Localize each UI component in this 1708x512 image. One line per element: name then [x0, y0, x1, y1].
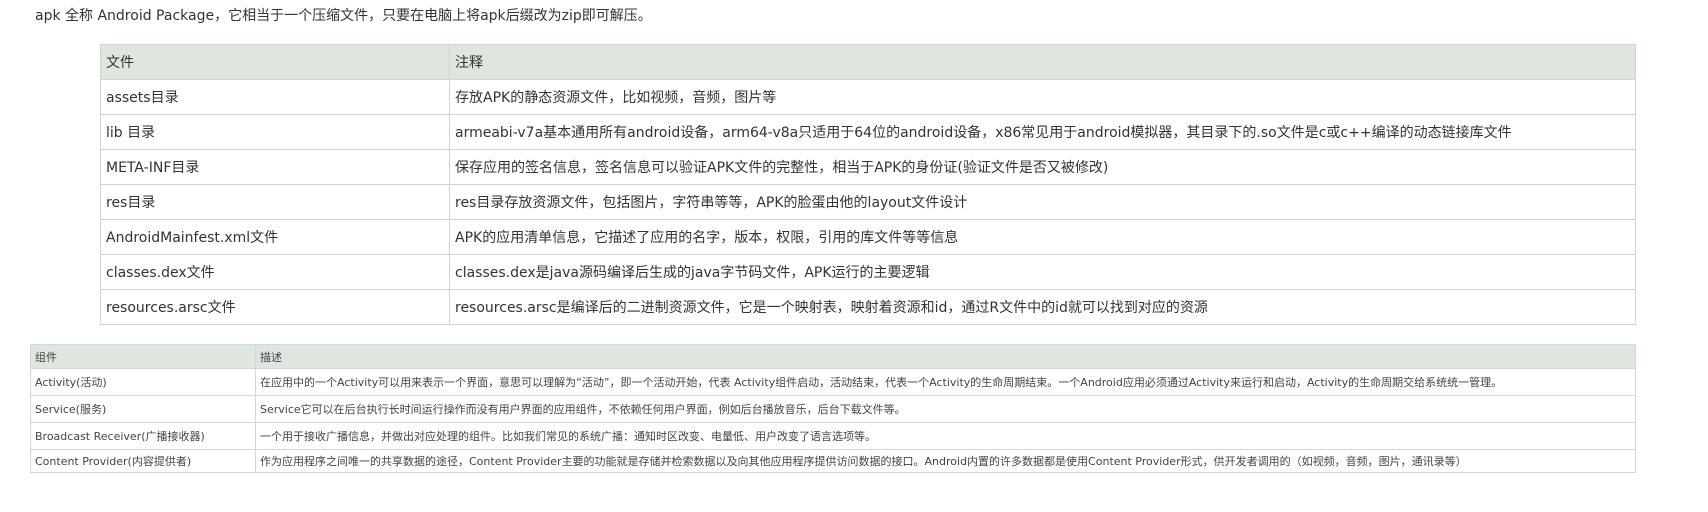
table-row: lib 目录 armeabi-v7a基本通用所有android设备，arm64-… [100, 114, 1636, 150]
header-file: 文件 [100, 44, 450, 80]
table-header-row: 组件 描述 [30, 344, 1636, 369]
header-description: 描述 [255, 344, 1636, 369]
component-desc-cell: 作为应用程序之间唯一的共享数据的途径，Content Provider主要的功能… [255, 449, 1636, 473]
file-name-cell: classes.dex文件 [100, 254, 450, 290]
table-row: res目录 res目录存放资源文件，包括图片，字符串等等，APK的脸蛋由他的la… [100, 184, 1636, 220]
component-desc-cell: Service它可以在后台执行长时间运行操作而没有用户界面的应用组件，不依赖任何… [255, 395, 1636, 423]
file-name-cell: resources.arsc文件 [100, 289, 450, 325]
file-note-cell: 保存应用的签名信息，签名信息可以验证APK文件的完整性，相当于APK的身份证(验… [449, 149, 1636, 185]
table-row: AndroidMainfest.xml文件 APK的应用清单信息，它描述了应用的… [100, 219, 1636, 255]
file-note-cell: resources.arsc是编译后的二进制资源文件，它是一个映射表，映射着资源… [449, 289, 1636, 325]
component-name-cell: Content Provider(内容提供者) [30, 449, 256, 473]
file-note-cell: armeabi-v7a基本通用所有android设备，arm64-v8a只适用于… [449, 114, 1636, 150]
table-row: Broadcast Receiver(广播接收器) 一个用于接收广播信息，并做出… [30, 422, 1636, 450]
file-note-cell: 存放APK的静态资源文件，比如视频，音频，图片等 [449, 79, 1636, 115]
component-name-cell: Broadcast Receiver(广播接收器) [30, 422, 256, 450]
header-note: 注释 [449, 44, 1636, 80]
file-note-cell: res目录存放资源文件，包括图片，字符串等等，APK的脸蛋由他的layout文件… [449, 184, 1636, 220]
android-components-table: 组件 描述 Activity(活动) 在应用中的一个Activity可以用来表示… [30, 344, 1636, 473]
file-name-cell: res目录 [100, 184, 450, 220]
table-row: classes.dex文件 classes.dex是java源码编译后生成的ja… [100, 254, 1636, 290]
component-desc-cell: 一个用于接收广播信息，并做出对应处理的组件。比如我们常见的系统广播：通知时区改变… [255, 422, 1636, 450]
file-name-cell: assets目录 [100, 79, 450, 115]
table-row: Service(服务) Service它可以在后台执行长时间运行操作而没有用户界… [30, 395, 1636, 423]
table-row: Activity(活动) 在应用中的一个Activity可以用来表示一个界面，意… [30, 368, 1636, 396]
file-note-cell: APK的应用清单信息，它描述了应用的名字，版本，权限，引用的库文件等等信息 [449, 219, 1636, 255]
table-row: resources.arsc文件 resources.arsc是编译后的二进制资… [100, 289, 1636, 325]
table-row: Content Provider(内容提供者) 作为应用程序之间唯一的共享数据的… [30, 449, 1636, 473]
file-note-cell: classes.dex是java源码编译后生成的java字节码文件，APK运行的… [449, 254, 1636, 290]
header-component: 组件 [30, 344, 256, 369]
component-name-cell: Service(服务) [30, 395, 256, 423]
file-name-cell: lib 目录 [100, 114, 450, 150]
table-row: assets目录 存放APK的静态资源文件，比如视频，音频，图片等 [100, 79, 1636, 115]
file-name-cell: META-INF目录 [100, 149, 450, 185]
component-desc-cell: 在应用中的一个Activity可以用来表示一个界面，意思可以理解为“活动”，即一… [255, 368, 1636, 396]
table-header-row: 文件 注释 [100, 44, 1636, 80]
table-row: META-INF目录 保存应用的签名信息，签名信息可以验证APK文件的完整性，相… [100, 149, 1636, 185]
intro-paragraph: apk 全称 Android Package，它相当于一个压缩文件，只要在电脑上… [35, 8, 652, 24]
apk-files-table: 文件 注释 assets目录 存放APK的静态资源文件，比如视频，音频，图片等 … [100, 44, 1636, 325]
file-name-cell: AndroidMainfest.xml文件 [100, 219, 450, 255]
component-name-cell: Activity(活动) [30, 368, 256, 396]
